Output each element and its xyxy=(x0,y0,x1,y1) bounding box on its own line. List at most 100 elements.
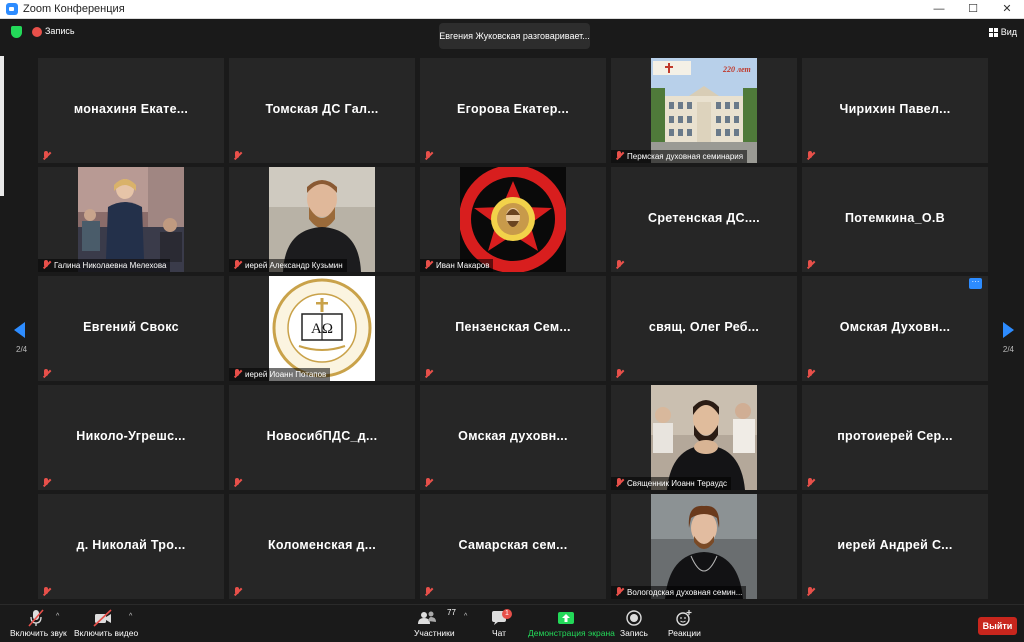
muted-mic-icon xyxy=(806,587,815,596)
reactions-button[interactable]: Реакции xyxy=(668,608,701,638)
barnaul-seminary-emblem-image xyxy=(460,167,566,272)
participant-tile[interactable]: Вологодская духовная семин... xyxy=(611,494,797,599)
minimize-button[interactable]: — xyxy=(922,0,956,19)
alpha-omega-label: ΑΩ xyxy=(311,321,333,337)
reactions-label: Реакции xyxy=(668,628,701,638)
record-button[interactable]: Запись xyxy=(620,608,648,638)
anniversary-label: 220 лет xyxy=(722,65,751,74)
muted-mic-icon xyxy=(233,587,242,596)
muted-mic-icon xyxy=(424,151,433,160)
unmute-button[interactable]: Включить звук xyxy=(10,608,67,638)
participant-name: Пензенская Сем... xyxy=(455,320,571,334)
participant-name: Евгений Свокс xyxy=(83,320,179,334)
audio-options-caret-icon[interactable]: ^ xyxy=(56,613,59,620)
participant-video: 220 лет xyxy=(651,58,757,163)
chat-button[interactable]: 1 Чат xyxy=(488,608,512,638)
participant-name: иерей Иоанн Потапов xyxy=(229,368,331,381)
participant-tile[interactable]: Томская ДС Гал... xyxy=(229,58,415,163)
view-button[interactable]: Вид xyxy=(988,27,1017,37)
participant-tile[interactable]: Галина Николаевна Мелехова xyxy=(38,167,224,272)
priest-listening-image xyxy=(651,385,757,490)
participant-name: иерей Александр Кузьмин xyxy=(229,259,347,272)
participant-name: д. Николай Тро... xyxy=(76,538,186,552)
page-indicator-right: 2/4 xyxy=(1002,345,1014,354)
participant-tile[interactable]: ··· Омская Духовн... xyxy=(802,276,988,381)
participant-name: Самарская сем... xyxy=(458,538,568,552)
participant-tile[interactable]: Чирихин Павел... xyxy=(802,58,988,163)
participant-tile[interactable]: Коломенская д... xyxy=(229,494,415,599)
next-page-arrow-icon[interactable] xyxy=(1000,322,1014,338)
participant-video xyxy=(78,167,184,272)
participants-options-caret-icon[interactable]: ^ xyxy=(464,613,467,620)
security-shield-icon[interactable] xyxy=(11,26,22,38)
participant-tile[interactable]: Пензенская Сем... xyxy=(420,276,606,381)
woman-speaking-image xyxy=(78,167,184,272)
muted-mic-icon xyxy=(42,260,51,269)
window-controls: — ☐ ✕ xyxy=(922,0,1024,19)
muted-mic-icon xyxy=(806,260,815,269)
participant-tile[interactable]: иерей Андрей С... xyxy=(802,494,988,599)
participant-tile[interactable]: монахиня Екате... xyxy=(38,58,224,163)
meeting-toolbar: Включить звук ^ Включить видео ^ 77 Учас… xyxy=(0,604,1024,642)
share-screen-label: Демонстрация экрана xyxy=(528,628,615,638)
muted-mic-icon xyxy=(615,587,624,596)
muted-mic-icon xyxy=(424,260,433,269)
page-indicator-left: 2/4 xyxy=(16,345,28,354)
muted-mic-icon xyxy=(615,151,624,160)
participant-tile[interactable]: 220 лет Пермская духовная семинария xyxy=(611,58,797,163)
participant-name: Омская Духовн... xyxy=(839,320,951,334)
participant-tile[interactable]: протоиерей Сер... xyxy=(802,385,988,490)
participant-tile[interactable]: Иван Макаров xyxy=(420,167,606,272)
video-options-caret-icon[interactable]: ^ xyxy=(129,613,132,620)
participant-tile[interactable]: свящ. Олег Реб... xyxy=(611,276,797,381)
start-video-button[interactable]: Включить видео xyxy=(74,608,138,638)
record-icon xyxy=(625,608,643,628)
muted-mic-icon xyxy=(806,151,815,160)
muted-mic-icon xyxy=(806,478,815,487)
close-button[interactable]: ✕ xyxy=(990,0,1024,19)
participant-tile[interactable]: Омская духовн... xyxy=(420,385,606,490)
prev-page-arrow-icon[interactable] xyxy=(14,322,28,338)
participant-tile[interactable]: НовосибПДС_д... xyxy=(229,385,415,490)
participant-name: Омская духовн... xyxy=(458,429,568,443)
active-speaker-toast: Евгения Жуковская разговаривает... xyxy=(439,23,590,49)
participant-name: Потемкина_О.В xyxy=(845,211,945,225)
gallery-grid: монахиня Екате... Томская ДС Гал... Егор… xyxy=(38,58,992,601)
participant-tile[interactable]: Николо-Угрешс... xyxy=(38,385,224,490)
muted-mic-icon xyxy=(42,478,51,487)
participant-tile[interactable]: д. Николай Тро... xyxy=(38,494,224,599)
participant-tile[interactable]: Евгений Свокс xyxy=(38,276,224,381)
participant-tile[interactable]: Священник Иоанн Тераудс xyxy=(611,385,797,490)
participant-name: Томская ДС Гал... xyxy=(265,102,379,116)
chat-unread-badge: 1 xyxy=(502,609,512,619)
participant-name: Священник Иоанн Тераудс xyxy=(611,477,732,490)
priest-young-image xyxy=(651,494,757,599)
share-screen-button[interactable]: Демонстрация экрана xyxy=(528,608,615,638)
chat-icon: 1 xyxy=(488,608,512,628)
reactions-smiley-icon xyxy=(675,608,693,628)
muted-mic-icon xyxy=(233,151,242,160)
participant-video xyxy=(651,385,757,490)
maximize-button[interactable]: ☐ xyxy=(956,0,990,19)
participant-tile[interactable]: ΑΩ иерей Иоанн Потапов xyxy=(229,276,415,381)
participants-label: Участники xyxy=(414,628,455,638)
participant-name: НовосибПДС_д... xyxy=(266,429,378,443)
more-options-icon[interactable]: ··· xyxy=(969,278,982,289)
participant-tile[interactable]: Потемкина_О.В xyxy=(802,167,988,272)
muted-mic-icon xyxy=(233,369,242,378)
participant-tile[interactable]: Самарская сем... xyxy=(420,494,606,599)
participant-name: Николо-Угрешс... xyxy=(76,429,186,443)
gallery-grid-icon xyxy=(988,27,998,37)
participant-tile[interactable]: иерей Александр Кузьмин xyxy=(229,167,415,272)
participant-name: Коломенская д... xyxy=(267,538,377,552)
participant-name: Галина Николаевна Мелехова xyxy=(38,259,171,272)
participants-icon: 77 xyxy=(417,608,456,628)
participant-video: ΑΩ xyxy=(269,276,375,381)
participant-tile[interactable]: Сретенская ДС.... xyxy=(611,167,797,272)
participant-name: Егорова Екатер... xyxy=(456,102,569,116)
participants-button[interactable]: 77 Участники xyxy=(414,608,456,638)
participant-video xyxy=(460,167,566,272)
participant-tile[interactable]: Егорова Екатер... xyxy=(420,58,606,163)
leave-meeting-button[interactable]: Выйти xyxy=(978,617,1017,635)
start-video-label: Включить видео xyxy=(74,628,139,638)
